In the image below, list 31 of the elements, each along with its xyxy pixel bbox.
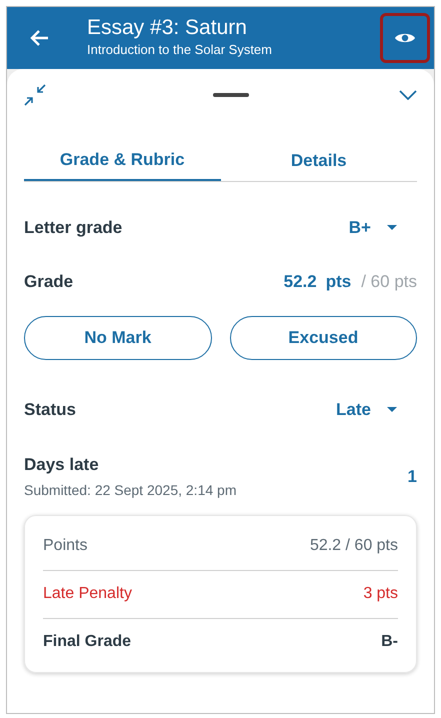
grade-option-button[interactable]: Excused	[230, 316, 417, 360]
drag-handle[interactable]	[212, 93, 248, 97]
preview-button[interactable]	[380, 13, 430, 63]
page-subtitle: Introduction to the Solar System	[87, 41, 273, 59]
summary-value: 52.2 / 60 pts	[310, 536, 398, 556]
days-late-value[interactable]: 1	[408, 464, 417, 489]
grade-value[interactable]: 52.2	[284, 269, 317, 295]
page-title: Essay #3: Saturn	[87, 16, 248, 40]
back-arrow-icon	[29, 29, 49, 47]
status-dropdown[interactable]: Late	[336, 397, 397, 423]
status-label: Status	[24, 399, 76, 422]
days-late-label: Days late	[24, 454, 100, 476]
grade-unit: pts	[326, 271, 352, 294]
tab[interactable]: Details	[220, 141, 417, 181]
dropdown-caret-icon	[387, 407, 397, 413]
summary-label: Late Penalty	[43, 584, 132, 604]
letter-grade-label: Letter grade	[24, 217, 122, 240]
letter-grade-dropdown[interactable]: B+	[348, 215, 397, 241]
grade-option-button[interactable]: No Mark	[24, 316, 212, 360]
eye-icon	[394, 31, 416, 45]
submitted-date: Submitted: 22 Sept 2025, 2:14 pm	[24, 480, 236, 500]
summary-label: Points	[43, 536, 88, 556]
summary-label: Final Grade	[43, 632, 132, 652]
dropdown-caret-icon	[387, 225, 397, 231]
chevron-down-icon[interactable]	[399, 90, 417, 100]
summary-value: B-	[381, 632, 398, 652]
summary-value: 3 pts	[363, 584, 398, 604]
grade-total: / 60 pts	[361, 271, 417, 294]
collapse-icon[interactable]	[24, 84, 46, 106]
grade-label: Grade	[24, 271, 74, 294]
tab[interactable]: Grade & Rubric	[24, 141, 220, 181]
